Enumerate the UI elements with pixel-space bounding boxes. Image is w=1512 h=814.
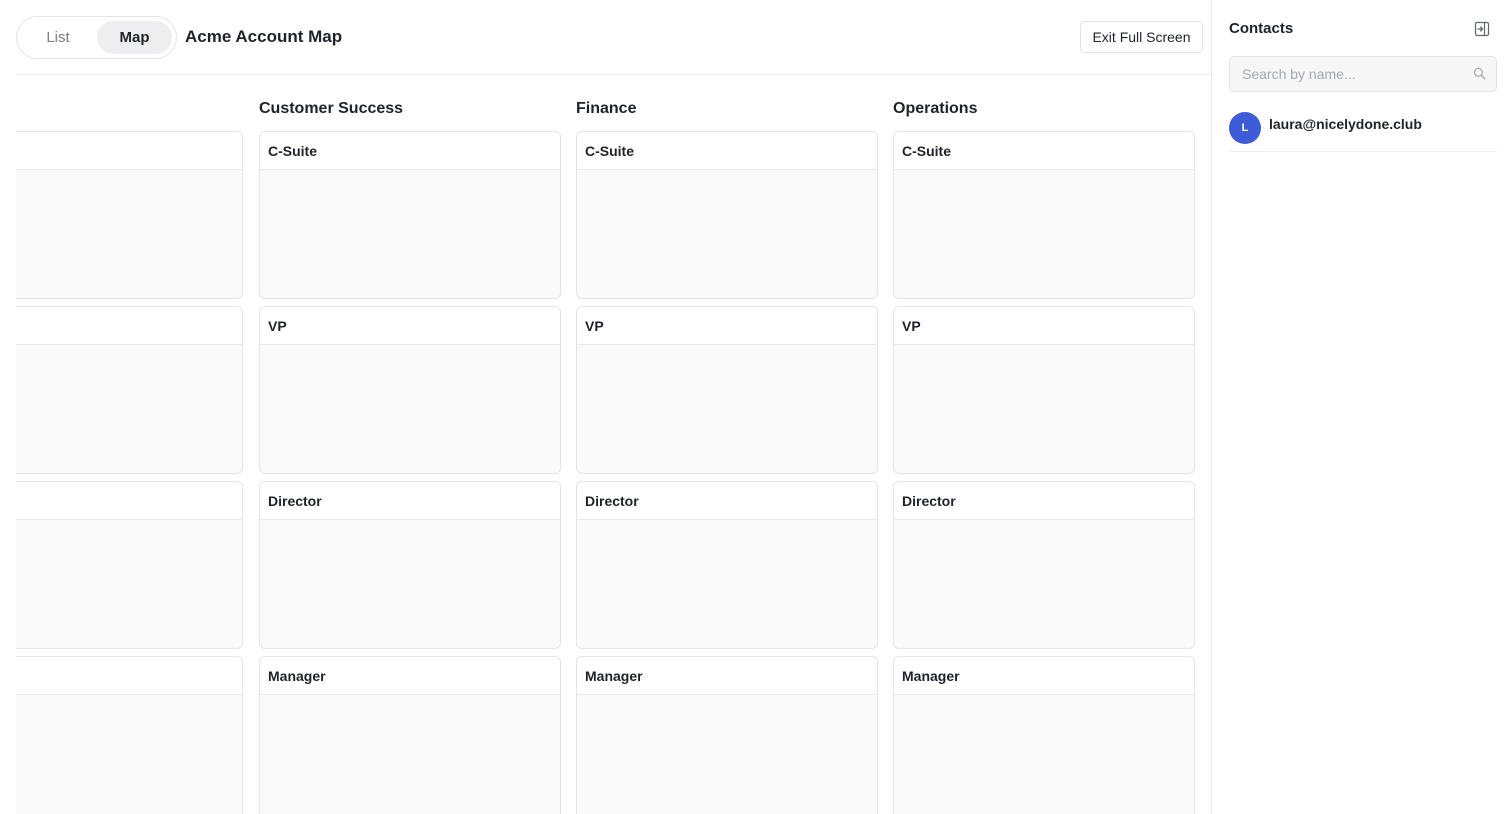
column-header: Customer Success (259, 100, 404, 117)
role-card[interactable]: VP (893, 306, 1195, 474)
role-card[interactable]: Director (893, 481, 1195, 649)
role-card-title (16, 132, 242, 170)
role-card-body[interactable] (894, 520, 1194, 648)
role-card-title: VP (894, 307, 1194, 345)
role-card-body[interactable] (260, 695, 560, 814)
role-card[interactable]: Director (259, 481, 561, 649)
role-card-body[interactable] (577, 695, 877, 814)
search-input[interactable] (1230, 57, 1466, 91)
role-card-title: C-Suite (577, 132, 877, 170)
role-card[interactable] (16, 306, 243, 474)
department-column-customer-success: Customer Success C-Suite VP Director Man… (259, 76, 561, 814)
role-card-title: Director (577, 482, 877, 520)
role-card[interactable] (16, 131, 243, 299)
column-header: Finance (576, 100, 637, 117)
app-root: List Map Acme Account Map Exit Full Scre… (0, 0, 1512, 814)
panel-collapse-icon[interactable] (1474, 21, 1490, 37)
role-card-title: Manager (577, 657, 877, 695)
contact-list-item[interactable]: L laura@nicelydone.club (1229, 104, 1497, 152)
role-card-body[interactable] (577, 345, 877, 473)
exit-full-screen-button[interactable]: Exit Full Screen (1080, 21, 1203, 53)
role-card[interactable]: Manager (576, 656, 878, 814)
map-canvas[interactable]: Customer Success C-Suite VP Director Man… (16, 76, 1211, 814)
role-card-body[interactable] (260, 170, 560, 298)
department-column-operations: Operations C-Suite VP Director Manager (893, 76, 1195, 814)
page-title: Acme Account Map (185, 27, 343, 46)
role-card-title: Manager (894, 657, 1194, 695)
role-card-title (16, 307, 242, 345)
role-card[interactable]: Manager (893, 656, 1195, 814)
department-column-finance: Finance C-Suite VP Director Manager (576, 76, 878, 814)
role-card[interactable]: C-Suite (576, 131, 878, 299)
department-column (16, 76, 243, 814)
role-card-body[interactable] (16, 345, 242, 473)
role-card-body[interactable] (577, 520, 877, 648)
top-bar: List Map Acme Account Map Exit Full Scre… (16, 0, 1211, 75)
main-area: List Map Acme Account Map Exit Full Scre… (0, 0, 1211, 814)
role-card[interactable]: C-Suite (893, 131, 1195, 299)
contact-search (1229, 56, 1497, 92)
role-card-body[interactable] (16, 695, 242, 814)
role-card[interactable]: C-Suite (259, 131, 561, 299)
map-view-button[interactable]: Map (97, 21, 172, 54)
role-card[interactable]: VP (576, 306, 878, 474)
contact-email: laura@nicelydone.club (1269, 116, 1422, 132)
role-card-title: Manager (260, 657, 560, 695)
role-card-title: VP (260, 307, 560, 345)
role-card[interactable]: VP (259, 306, 561, 474)
column-header: Operations (893, 100, 978, 117)
role-card-body[interactable] (577, 170, 877, 298)
role-card-body[interactable] (260, 520, 560, 648)
role-card-title: C-Suite (894, 132, 1194, 170)
role-card-body[interactable] (894, 695, 1194, 814)
role-card-title: Director (260, 482, 560, 520)
role-card-body[interactable] (16, 520, 242, 648)
role-card-body[interactable] (894, 345, 1194, 473)
role-card-body[interactable] (894, 170, 1194, 298)
role-card-body[interactable] (16, 170, 242, 298)
search-icon (1473, 67, 1486, 80)
role-card-title: VP (577, 307, 877, 345)
role-card[interactable]: Director (576, 481, 878, 649)
role-card[interactable]: Manager (259, 656, 561, 814)
sidebar-title: Contacts (1229, 20, 1294, 37)
role-card-body[interactable] (260, 345, 560, 473)
role-card-title (16, 657, 242, 695)
role-card-title: C-Suite (260, 132, 560, 170)
role-card[interactable] (16, 481, 243, 649)
contacts-sidebar: Contacts L laura@nicelydone.club (1211, 0, 1512, 814)
role-card[interactable] (16, 656, 243, 814)
role-card-title: Director (894, 482, 1194, 520)
view-toggle: List Map (16, 16, 177, 59)
role-card-title (16, 482, 242, 520)
list-view-button[interactable]: List (21, 21, 95, 54)
avatar: L (1229, 112, 1261, 144)
